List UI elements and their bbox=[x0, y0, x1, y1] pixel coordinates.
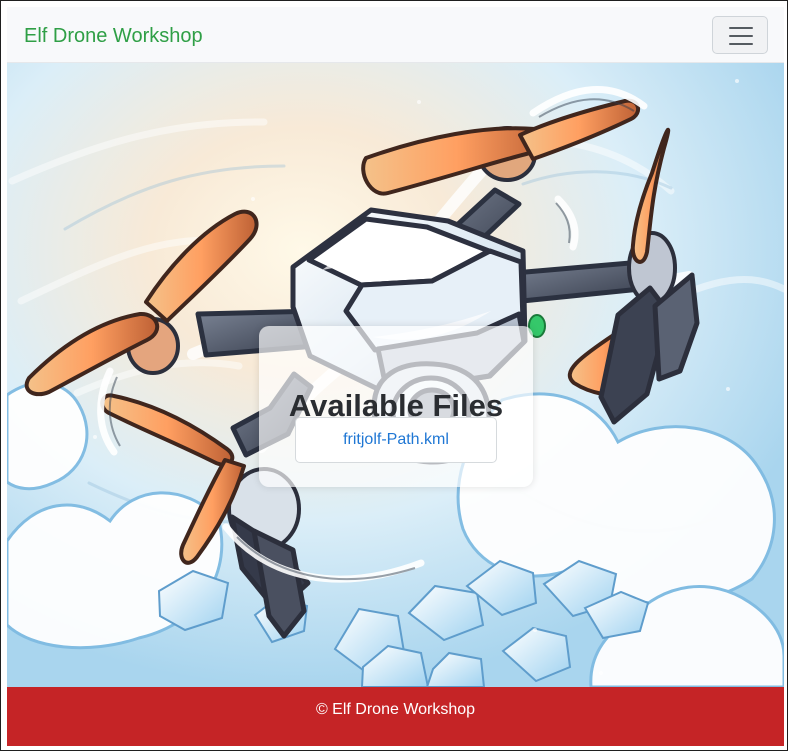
hamburger-icon bbox=[729, 27, 753, 29]
app-window: Elf Drone Workshop bbox=[0, 0, 788, 751]
file-link[interactable]: fritjolf-Path.kml bbox=[295, 417, 497, 463]
page: Elf Drone Workshop bbox=[7, 7, 784, 746]
footer: © Elf Drone Workshop bbox=[7, 687, 784, 746]
footer-copyright: © Elf Drone Workshop bbox=[7, 700, 784, 720]
brand-link[interactable]: Elf Drone Workshop bbox=[24, 24, 203, 48]
available-files-card: Available Files fritjolf-Path.kml bbox=[259, 326, 533, 487]
menu-toggle-button[interactable] bbox=[712, 16, 768, 54]
navbar: Elf Drone Workshop bbox=[7, 7, 784, 63]
hamburger-icon bbox=[729, 43, 753, 45]
hamburger-icon bbox=[729, 35, 753, 37]
hero-section: Available Files fritjolf-Path.kml bbox=[7, 63, 784, 687]
